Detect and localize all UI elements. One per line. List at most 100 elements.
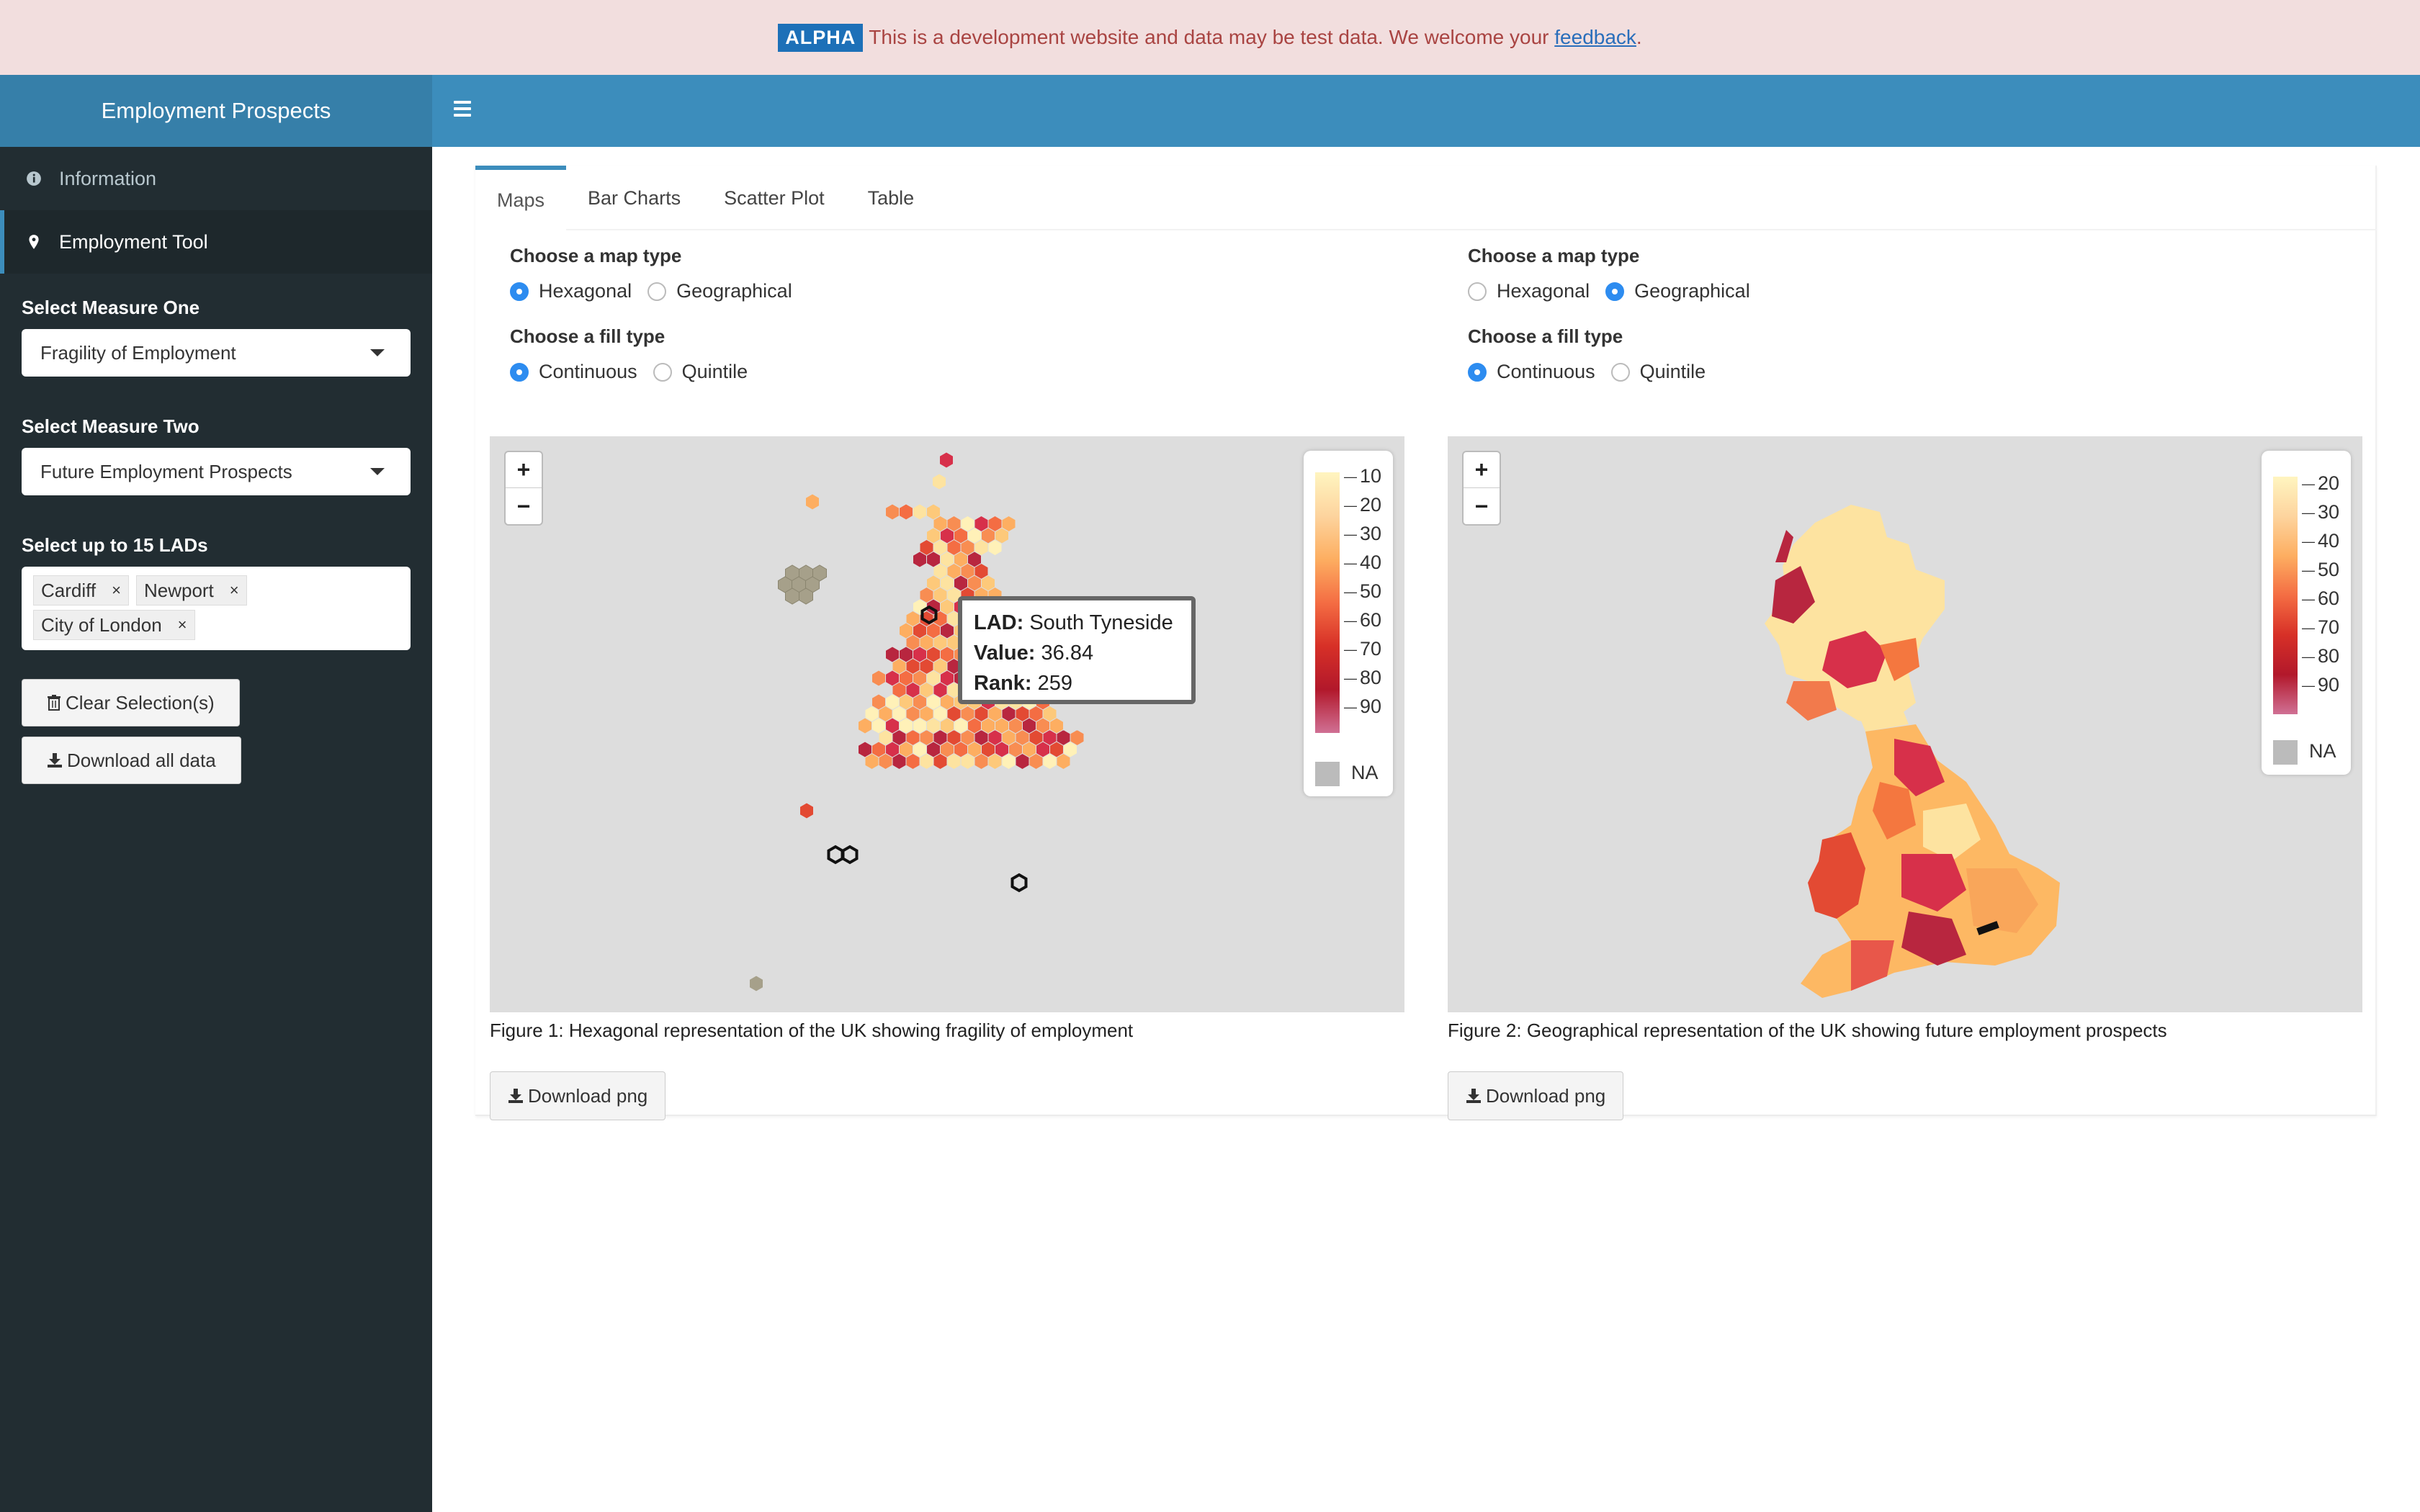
lad-hexagon[interactable] <box>913 551 927 568</box>
lads-multiselect[interactable]: Cardiff × Newport × City of London × <box>22 567 411 650</box>
lad-hexagon[interactable] <box>919 752 934 770</box>
lad-hexagon[interactable] <box>899 503 913 521</box>
lad-hexagon[interactable] <box>939 451 954 469</box>
radio-circle <box>1605 282 1625 301</box>
zoom-in-button[interactable]: + <box>1464 452 1500 488</box>
tab-table[interactable]: Table <box>846 166 936 230</box>
radio-continuous[interactable]: Continuous <box>510 361 637 383</box>
lad-hexagon[interactable] <box>946 752 962 770</box>
lad-hexagon[interactable] <box>974 752 989 770</box>
legend-tick-label: 80 <box>1344 667 1381 689</box>
lad-hexagon[interactable] <box>749 975 763 992</box>
radio-quintile[interactable]: Quintile <box>653 361 748 383</box>
lad-hexagon[interactable] <box>1015 752 1030 770</box>
remove-tag-icon[interactable]: × <box>112 581 121 600</box>
lad-hexagon[interactable] <box>1028 752 1044 770</box>
radio-circle <box>510 282 529 301</box>
radio-continuous[interactable]: Continuous <box>1468 361 1595 383</box>
sidebar-item-employment-tool[interactable]: Employment Tool <box>0 210 432 274</box>
sidebar-toggle-icon[interactable] <box>454 101 471 118</box>
fill-type-label: Choose a fill type <box>1468 325 1623 347</box>
tooltip-value-label: Value: <box>974 642 1036 665</box>
lad-hexagon[interactable] <box>1056 752 1071 770</box>
tab-bar-charts[interactable]: Bar Charts <box>566 166 702 230</box>
download-png-button-right[interactable]: Download png <box>1448 1071 1624 1120</box>
tab-maps[interactable]: Maps <box>475 166 567 230</box>
remove-tag-icon[interactable]: × <box>230 581 239 600</box>
lad-hexagon[interactable] <box>905 752 920 770</box>
lad-hexagon[interactable] <box>1010 873 1028 893</box>
zoom-out-button[interactable]: − <box>1464 488 1500 524</box>
legend-tick-label: 90 <box>2302 674 2339 696</box>
lad-hexagon[interactable] <box>933 752 948 770</box>
zoom-control: + − <box>504 451 543 526</box>
radio-quintile[interactable]: Quintile <box>1610 361 1706 383</box>
hex-map[interactable]: + − 10 20 30 40 50 60 70 80 90 NA LAD: South Tyn… <box>490 436 1404 1012</box>
app-logo[interactable]: Employment Prospects <box>0 75 432 147</box>
tooltip-lad-value: South Tyneside <box>1029 611 1173 634</box>
hex-map-canvas[interactable] <box>490 436 1404 1012</box>
lad-tag: Cardiff × <box>33 575 129 606</box>
legend-tick-label: 40 <box>1344 552 1381 574</box>
lad-hexagon[interactable] <box>1042 752 1057 770</box>
lad-hexagon[interactable] <box>878 752 893 770</box>
sidebar-item-label: Employment Tool <box>59 230 208 253</box>
lad-tag-label: City of London <box>41 613 162 636</box>
lad-hexagon[interactable] <box>871 670 886 687</box>
sidebar: Information Employment Tool Select Measu… <box>0 147 432 1512</box>
lad-hexagon[interactable] <box>827 845 844 865</box>
tooltip-rank-value: 259 <box>1037 672 1073 695</box>
zoom-out-button[interactable]: − <box>506 488 542 524</box>
sidebar-item-information[interactable]: Information <box>0 147 432 210</box>
measure-one-select[interactable]: Fragility of Employment <box>22 329 411 377</box>
remove-tag-icon[interactable]: × <box>178 616 187 634</box>
feedback-link[interactable]: feedback <box>1554 26 1636 49</box>
lad-tag-label: Cardiff <box>41 579 97 601</box>
clear-selection-button[interactable]: Clear Selection(s) <box>22 679 240 726</box>
radio-hexagonal[interactable]: Hexagonal <box>510 280 632 302</box>
radio-geographical[interactable]: Geographical <box>1605 280 1750 302</box>
lad-hexagon[interactable] <box>987 752 1003 770</box>
download-all-data-label: Download all data <box>67 749 216 771</box>
banner-suffix: . <box>1636 26 1642 48</box>
legend-tick-label: 80 <box>2302 645 2339 667</box>
geo-map-canvas[interactable] <box>1448 436 2362 1012</box>
lad-hexagon[interactable] <box>892 752 907 770</box>
radio-geographical[interactable]: Geographical <box>647 280 792 302</box>
tab-bar: Maps Bar Charts Scatter Plot Table <box>475 166 2377 230</box>
clear-selection-label: Clear Selection(s) <box>66 691 215 714</box>
region-south-west[interactable] <box>1851 940 1894 991</box>
lad-hexagon[interactable] <box>960 752 975 770</box>
measure-two-select[interactable]: Future Employment Prospects <box>22 448 411 495</box>
lad-hexagon[interactable] <box>987 539 1003 557</box>
trash-icon <box>48 695 60 711</box>
lad-hexagon[interactable] <box>885 503 900 521</box>
lad-hexagon[interactable] <box>799 588 813 605</box>
zoom-in-button[interactable]: + <box>506 452 542 488</box>
radio-hexagonal[interactable]: Hexagonal <box>1468 280 1590 302</box>
lad-hexagon[interactable] <box>799 802 814 819</box>
lad-hexagon[interactable] <box>932 473 946 490</box>
download-all-data-button[interactable]: Download all data <box>22 737 241 784</box>
legend-tick-label: 20 <box>2302 472 2339 495</box>
lad-tag: Newport × <box>135 575 247 606</box>
download-png-button-left[interactable]: Download png <box>490 1071 666 1120</box>
lad-hexagon[interactable] <box>805 493 820 510</box>
lad-hexagon[interactable] <box>913 503 927 521</box>
tab-scatter-plot[interactable]: Scatter Plot <box>702 166 846 230</box>
lad-hexagon[interactable] <box>841 845 859 865</box>
legend-tick-label: 70 <box>1344 638 1381 660</box>
lad-hexagon[interactable] <box>1001 752 1016 770</box>
tab-box: Maps Bar Charts Scatter Plot Table Choos… <box>475 166 2377 1120</box>
geo-map[interactable]: + − 20 30 40 50 60 70 80 90 NA <box>1448 436 2362 1012</box>
measure-two-label: Select Measure Two <box>22 415 200 437</box>
lad-hexagon[interactable] <box>858 717 872 734</box>
lad-hexagon[interactable] <box>785 588 799 605</box>
radio-circle <box>510 362 529 382</box>
radio-label: Continuous <box>1497 361 1595 382</box>
download-icon <box>508 1089 523 1103</box>
region-ayrshire[interactable] <box>1786 681 1837 721</box>
lad-hexagon[interactable] <box>864 752 879 770</box>
fill-type-radios: Continuous Quintile <box>510 361 1404 383</box>
map-type-label: Choose a map type <box>510 245 682 266</box>
